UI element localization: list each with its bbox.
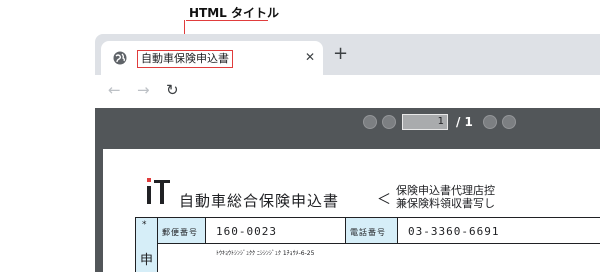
next-page-icon[interactable] [483,115,497,129]
document-note-line2: 兼保険料領収書写し [396,197,495,210]
page-number-input[interactable]: 1 [402,114,448,130]
globe-icon [113,51,127,65]
company-logo [147,178,170,204]
document-bracket: ＜ [377,192,391,208]
page-total: / 1 [456,115,473,129]
pdf-page: 自動車総合保険申込書 ＜ 保険申込書代理店控 兼保険料領収書写し * 申 郵便番… [103,149,600,272]
browser-toolbar: ← → ↻ [95,75,600,108]
form-side-column: * 申 [136,218,158,272]
address-kana: ﾄｳｷｮｳﾄｼﾝｼﾞｭｸｸ ﾆｼｼﾝｼﾞｭｸ 1ﾁｮｳﾒ-6-25 [216,250,315,257]
browser-window: 自動車保険申込書 ✕ + ← → ↻ 1 / 1 自動車総合保険申込書 ＜ 保険… [95,34,600,272]
back-button[interactable]: ← [108,81,121,99]
pdf-toolbar: 1 / 1 [95,108,600,136]
browser-tab[interactable]: 自動車保険申込書 ✕ [101,41,323,75]
annotation-underline [186,20,268,21]
close-tab-icon[interactable]: ✕ [305,50,315,64]
first-page-icon[interactable] [363,115,377,129]
previous-page-icon[interactable] [382,115,396,129]
document-note-line1: 保険申込書代理店控 [396,184,495,197]
new-tab-button[interactable]: + [333,45,348,63]
pdf-viewport[interactable]: 自動車総合保険申込書 ＜ 保険申込書代理店控 兼保険料領収書写し * 申 郵便番… [95,136,600,272]
forward-button[interactable]: → [137,81,150,99]
document-title: 自動車総合保険申込書 [179,192,340,210]
phone-number-label: 電話番号 [346,218,398,244]
form-side-star: * [142,220,147,230]
tab-title: 自動車保険申込書 [137,50,233,68]
html-title-annotation: HTML タイトル [189,6,279,20]
postal-code-value: 160-0023 [206,218,346,244]
phone-number-value: 03-3360-6691 [398,218,600,244]
application-form: * 申 郵便番号 160-0023 電話番号 03-3360-6691 ﾄｳｷｮ… [135,217,600,272]
reload-button[interactable]: ↻ [166,81,179,99]
form-side-label: 申 [140,253,154,268]
postal-code-label: 郵便番号 [158,218,206,244]
last-page-icon[interactable] [502,115,516,129]
